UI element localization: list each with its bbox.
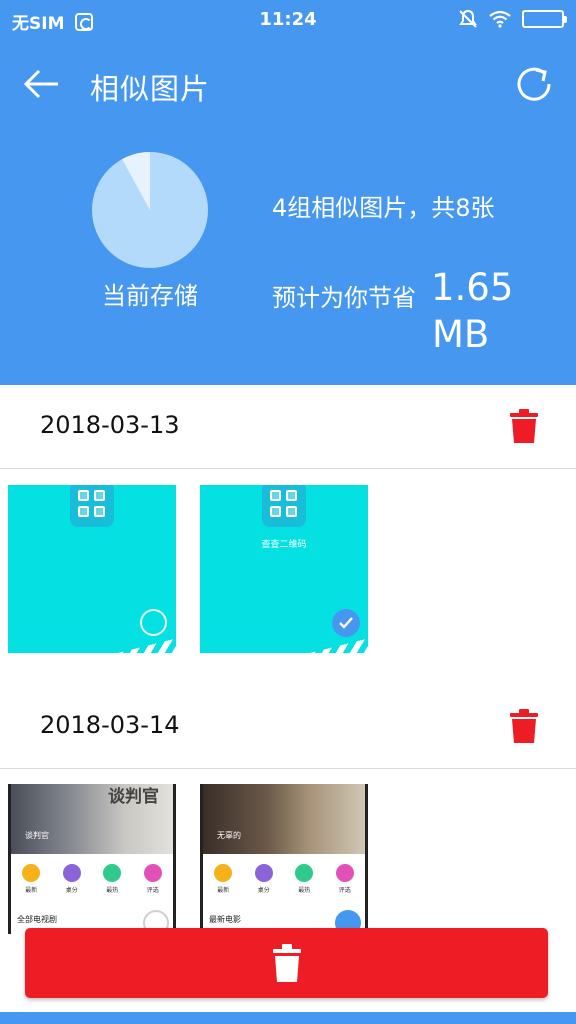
category-icon — [214, 864, 233, 882]
header: 无SIM 11:24 相似图片 当前存储 4组相似图片，共8张 预计为你节省 1… — [0, 0, 576, 385]
page-title: 相似图片 — [90, 72, 211, 106]
category-item: 最热 — [103, 864, 122, 894]
wifi-icon — [489, 10, 511, 28]
group-header: 2018-03-13 — [0, 385, 576, 469]
image-thumbnail[interactable]: 谈判官 谈判官 最新 桌分 最热 评选 全部电视剧 — [8, 784, 176, 934]
category-item: 评选 — [335, 864, 354, 894]
qr-code-icon — [262, 485, 306, 527]
divider — [0, 768, 576, 769]
trash-icon — [272, 944, 301, 982]
trash-icon[interactable] — [510, 409, 538, 443]
category-item: 最新 — [214, 864, 233, 894]
decorative-stripe — [115, 636, 176, 653]
saving-unit: MB — [432, 313, 490, 356]
qr-code-icon — [70, 485, 114, 527]
image-thumbnail[interactable] — [8, 485, 176, 653]
check-icon — [339, 617, 353, 629]
group-date: 2018-03-13 — [40, 411, 180, 439]
category-icon — [103, 864, 122, 882]
divider — [0, 468, 576, 469]
toolbar: 相似图片 — [0, 58, 576, 110]
storage-label: 当前存储 — [102, 282, 198, 310]
back-button[interactable] — [18, 62, 66, 106]
photo-caption: 谈判官 — [25, 831, 49, 840]
status-bar: 无SIM 11:24 — [0, 0, 576, 40]
category-item: 最热 — [295, 864, 314, 894]
category-icon — [22, 864, 41, 882]
category-item: 桌分 — [254, 864, 273, 894]
category-item: 最新 — [22, 864, 41, 894]
refresh-button[interactable] — [510, 60, 558, 108]
photo-preview — [203, 784, 365, 854]
refresh-icon — [517, 67, 551, 101]
saving-value: 1.65 — [431, 266, 514, 309]
delete-selected-button[interactable] — [25, 928, 548, 998]
category-icon — [143, 864, 162, 882]
group-header: 2018-03-14 — [0, 685, 576, 769]
silent-bell-icon — [459, 9, 477, 28]
photo-overlay-text: 谈判官 — [108, 787, 159, 807]
selected-check[interactable] — [332, 609, 360, 637]
trash-icon[interactable] — [510, 709, 538, 743]
photo-caption: 无辜的 — [217, 831, 241, 840]
image-thumbnail[interactable]: 查查二维码 — [200, 485, 368, 653]
bottom-bar — [0, 1012, 576, 1024]
category-icon — [62, 864, 81, 882]
status-right — [458, 9, 567, 29]
category-row: 最新 桌分 最热 评选 — [203, 864, 365, 894]
saving-label: 预计为你节省 — [272, 284, 416, 312]
decorative-stripe — [307, 636, 368, 653]
category-icon — [335, 864, 354, 882]
category-item: 评选 — [143, 864, 162, 894]
storage-pie-chart — [92, 152, 208, 268]
category-icon — [254, 864, 273, 882]
photo-footer-text: 最新电影 — [209, 915, 241, 924]
category-icon — [295, 864, 314, 882]
arrow-left-icon — [23, 69, 58, 99]
select-radio[interactable] — [140, 609, 167, 636]
thumbnail-caption: 查查二维码 — [261, 540, 307, 550]
battery-icon — [522, 10, 567, 28]
category-row: 最新 桌分 最热 评选 — [11, 864, 173, 894]
category-item: 桌分 — [62, 864, 81, 894]
similar-groups-summary: 4组相似图片，共8张 — [272, 194, 495, 222]
group-date: 2018-03-14 — [40, 711, 180, 739]
photo-footer-text: 全部电视剧 — [17, 915, 57, 924]
image-thumbnail[interactable]: 无辜的 最新 桌分 最热 评选 最新电影 — [200, 784, 368, 934]
